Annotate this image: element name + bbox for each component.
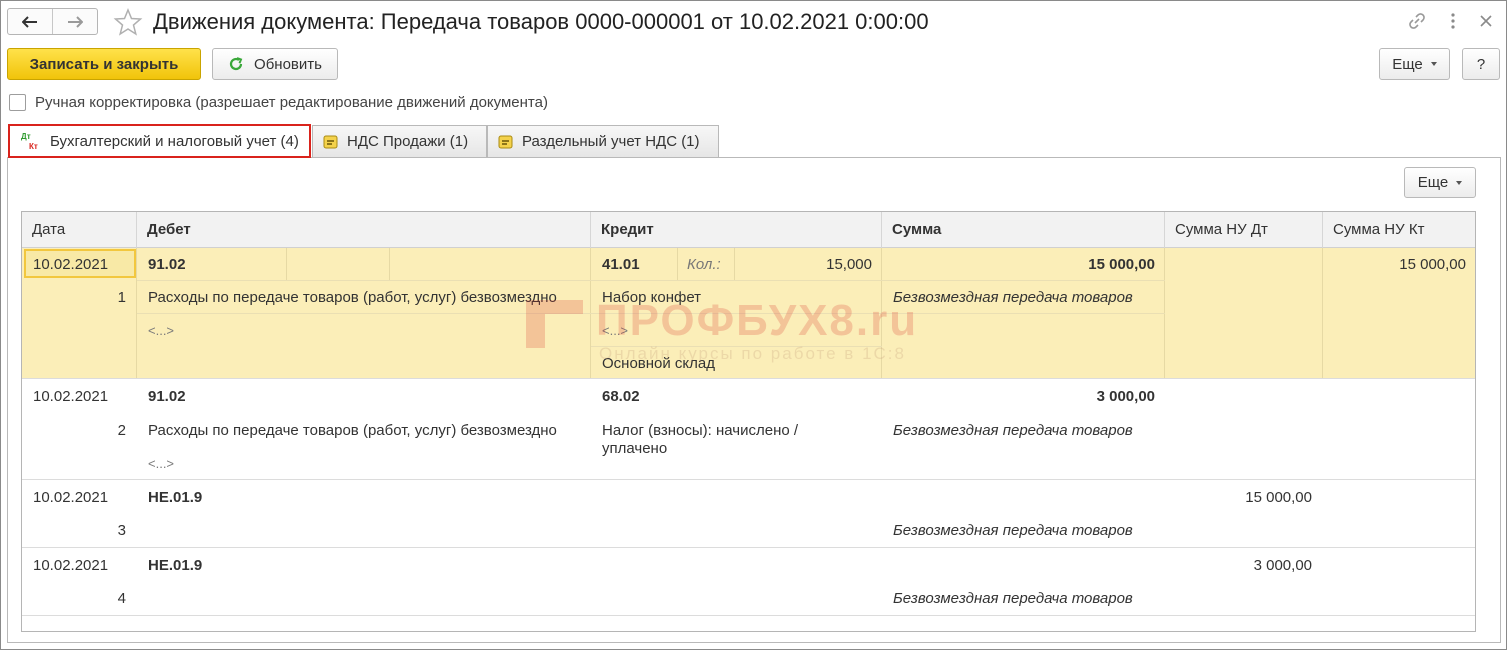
- nav-buttons: [7, 8, 98, 35]
- tab-separate-vat-label: Раздельный учет НДС (1): [522, 133, 700, 150]
- panel-more-button[interactable]: Еще: [1404, 167, 1476, 198]
- credit-account: 41.01: [602, 256, 640, 273]
- chevron-down-icon: [1456, 180, 1463, 185]
- debit-subconto: <...>: [148, 456, 175, 471]
- table-row[interactable]: 10.02.2021 1 91.02 Расходы по передаче т…: [22, 248, 1475, 379]
- tab-vat-sales-label: НДС Продажи (1): [347, 133, 469, 150]
- credit-subconto: <...>: [602, 323, 629, 338]
- more-button[interactable]: Еще: [1379, 48, 1450, 80]
- tab-accounting-label: Бухгалтерский и налоговый учет (4): [50, 132, 299, 150]
- credit-description-line2: уплачено: [602, 440, 668, 457]
- row-sum-nu-dt: 15 000,00: [1245, 489, 1312, 506]
- table-row[interactable]: 10.02.2021 4 НЕ.01.9 Безвозмездная перед…: [22, 548, 1475, 616]
- svg-text:Дт: Дт: [21, 132, 31, 141]
- row-date: 10.02.2021: [33, 388, 109, 405]
- refresh-icon: [229, 57, 243, 71]
- manual-correction-label: Ручная корректировка (разрешает редактир…: [35, 94, 548, 111]
- arrow-left-icon: [22, 15, 37, 28]
- link-icon[interactable]: [1406, 10, 1428, 32]
- credit-account: 68.02: [602, 388, 640, 405]
- debit-description: Расходы по передаче товаров (работ, услу…: [148, 422, 557, 439]
- row-number: 2: [117, 422, 126, 439]
- window-title: Движения документа: Передача товаров 000…: [153, 9, 929, 34]
- row-sum: 15 000,00: [1088, 256, 1155, 273]
- debit-subconto: <...>: [148, 323, 175, 338]
- credit-description-line1: Налог (взносы): начислено /: [602, 422, 799, 439]
- table-header: Дата Дебет Кредит Сумма Сумма НУ Дт Сумм…: [22, 212, 1475, 248]
- row-date: 10.02.2021: [33, 489, 109, 506]
- row-comment: Безвозмездная передача товаров: [893, 289, 1133, 306]
- debit-account: НЕ.01.9: [148, 557, 203, 574]
- refresh-button[interactable]: Обновить: [212, 48, 338, 80]
- row-comment: Безвозмездная передача товаров: [893, 590, 1133, 607]
- favorite-star-icon[interactable]: [113, 7, 143, 37]
- refresh-label: Обновить: [254, 55, 322, 73]
- quantity-label: Кол.:: [687, 256, 721, 273]
- document-movements-window: Движения документа: Передача товаров 000…: [0, 0, 1507, 650]
- more-dots-icon[interactable]: [1442, 10, 1464, 32]
- row-date: 10.02.2021: [33, 557, 109, 574]
- col-credit[interactable]: Кредит: [591, 212, 882, 248]
- tab-separate-vat[interactable]: Раздельный учет НДС (1): [487, 125, 719, 157]
- register-icon: [498, 134, 514, 150]
- col-sum-nu-dt[interactable]: Сумма НУ Дт: [1165, 212, 1323, 248]
- register-icon: [323, 134, 339, 150]
- close-icon[interactable]: [1475, 10, 1497, 32]
- panel-more-label: Еще: [1417, 174, 1449, 191]
- help-button[interactable]: ?: [1462, 48, 1500, 80]
- col-sum[interactable]: Сумма: [882, 212, 1165, 248]
- row-number: 4: [117, 590, 126, 607]
- movements-table: Дата Дебет Кредит Сумма Сумма НУ Дт Сумм…: [21, 211, 1476, 632]
- more-label: Еще: [1392, 55, 1423, 73]
- debit-description: Расходы по передаче товаров (работ, услу…: [148, 289, 557, 306]
- credit-warehouse: Основной склад: [602, 355, 716, 372]
- quantity-value: 15,000: [826, 256, 872, 273]
- chevron-down-icon: [1430, 62, 1437, 66]
- row-sum-nu-kt: 15 000,00: [1399, 256, 1466, 273]
- table-row[interactable]: 10.02.2021 2 91.02 Расходы по передаче т…: [22, 379, 1475, 480]
- row-number: 3: [117, 522, 126, 539]
- col-sum-nu-kt[interactable]: Сумма НУ Кт: [1323, 212, 1475, 248]
- debit-account: 91.02: [148, 388, 186, 405]
- col-date[interactable]: Дата: [22, 212, 137, 248]
- save-and-close-button[interactable]: Записать и закрыть: [7, 48, 201, 80]
- tab-accounting[interactable]: Дт Кт Бухгалтерский и налоговый учет (4): [8, 124, 311, 158]
- debit-account: 91.02: [148, 256, 186, 273]
- arrow-right-icon: [68, 15, 83, 28]
- row-sum-nu-dt: 3 000,00: [1253, 557, 1312, 574]
- svg-text:Кт: Кт: [29, 142, 38, 151]
- col-debit[interactable]: Дебет: [137, 212, 591, 248]
- row-comment: Безвозмездная передача товаров: [893, 422, 1133, 439]
- row-number: 1: [117, 289, 126, 306]
- tab-vat-sales[interactable]: НДС Продажи (1): [312, 125, 487, 157]
- row-comment: Безвозмездная передача товаров: [893, 522, 1133, 539]
- debit-account: НЕ.01.9: [148, 489, 203, 506]
- row-date: 10.02.2021: [33, 256, 109, 273]
- back-button[interactable]: [8, 9, 52, 34]
- credit-description: Набор конфет: [602, 289, 702, 306]
- table-row[interactable]: 10.02.2021 3 НЕ.01.9 Безвозмездная перед…: [22, 480, 1475, 548]
- save-and-close-label: Записать и закрыть: [29, 55, 179, 73]
- help-label: ?: [1476, 55, 1486, 73]
- debit-credit-icon: Дт Кт: [20, 131, 42, 151]
- row-sum: 3 000,00: [1096, 388, 1155, 405]
- manual-correction-checkbox[interactable]: [9, 94, 26, 111]
- forward-button[interactable]: [52, 9, 97, 34]
